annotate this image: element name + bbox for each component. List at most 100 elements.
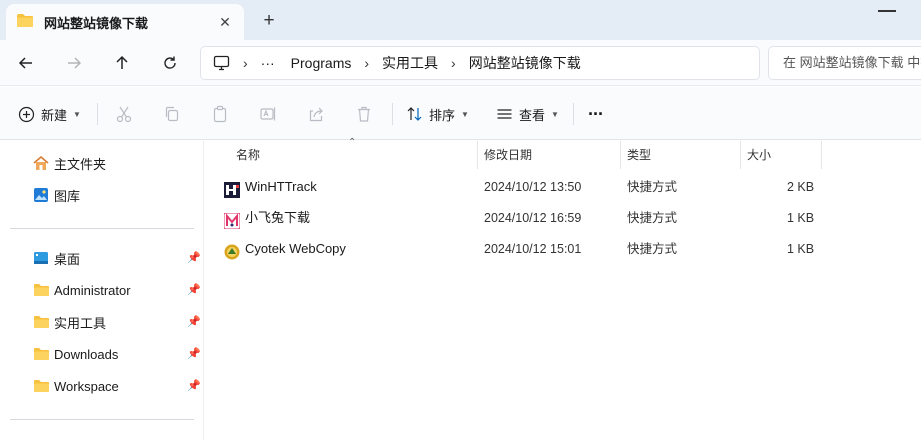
sidebar-item-home[interactable]: 主文件夹 — [32, 152, 204, 174]
sidebar-item-workspace[interactable]: Workspace 📌 — [32, 375, 204, 397]
title-bar: 网站整站镜像下载 ✕ + — [0, 0, 921, 40]
chevron-down-icon: ▼ — [461, 109, 469, 119]
pin-icon[interactable]: 📌 — [187, 379, 201, 392]
tab-current-folder[interactable]: 网站整站镜像下载 ✕ — [6, 4, 244, 40]
file-size: 1 KB — [787, 211, 815, 225]
divider — [573, 103, 574, 125]
folder-icon — [32, 378, 50, 394]
breadcrumb-separator[interactable]: › — [451, 55, 456, 71]
new-button[interactable]: 新建 ▼ — [18, 101, 81, 127]
breadcrumb-separator[interactable]: › — [364, 55, 369, 71]
sidebar-item-label: 图库 — [54, 188, 81, 204]
column-header-date[interactable]: 修改日期 — [484, 141, 532, 169]
table-row[interactable]: 小飞兔下载 2024/10/12 16:59 快捷方式 1 KB — [214, 203, 824, 233]
cut-icon[interactable] — [113, 103, 135, 125]
new-tab-button[interactable]: + — [258, 11, 280, 33]
view-button[interactable]: 查看 ▼ — [496, 101, 559, 127]
sort-button[interactable]: 排序 ▼ — [406, 101, 469, 127]
command-bar: 新建 ▼ 排序 ▼ 查看 ▼ ··· — [0, 87, 921, 140]
column-header-type[interactable]: 类型 — [627, 141, 651, 169]
sidebar-item-label: 主文件夹 — [54, 156, 107, 172]
share-icon[interactable] — [305, 103, 327, 125]
sidebar-item-gallery[interactable]: 图库 — [32, 184, 204, 206]
breadcrumb-programs[interactable]: Programs — [291, 55, 352, 71]
desktop-icon — [32, 250, 50, 266]
sidebar-item-label: 实用工具 — [54, 315, 107, 331]
breadcrumb-shiyong-gongju[interactable]: 实用工具 — [382, 53, 438, 73]
view-list-icon — [496, 106, 513, 122]
file-type: 快捷方式 — [627, 211, 678, 225]
delete-icon[interactable] — [353, 103, 375, 125]
sidebar-divider — [10, 419, 194, 420]
file-type: 快捷方式 — [627, 242, 678, 256]
divider — [97, 103, 98, 125]
file-name: WinHTTrack — [245, 179, 317, 194]
more-options-button[interactable]: ··· — [588, 101, 604, 127]
sidebar-item-desktop[interactable]: 桌面 📌 — [32, 247, 204, 269]
table-row[interactable]: Cyotek WebCopy 2024/10/12 15:01 快捷方式 1 K… — [214, 234, 824, 264]
column-divider[interactable] — [477, 141, 478, 169]
table-row[interactable]: WinHTTrack 2024/10/12 13:50 快捷方式 2 KB — [214, 172, 824, 202]
column-header-size[interactable]: 大小 — [747, 141, 771, 169]
close-tab-icon[interactable]: ✕ — [216, 13, 234, 31]
sidebar-item-label: Workspace — [54, 378, 119, 394]
forward-arrow-icon[interactable] — [59, 48, 89, 78]
file-name: 小飞兔下载 — [245, 210, 311, 225]
xiaofeitu-icon — [223, 210, 241, 230]
sidebar-item-label: 桌面 — [54, 251, 81, 267]
column-divider[interactable] — [620, 141, 621, 169]
file-type: 快捷方式 — [627, 180, 678, 194]
sidebar-item-label: Administrator — [54, 282, 131, 298]
breadcrumb-current-folder[interactable]: 网站整站镜像下载 — [469, 53, 581, 73]
breadcrumb-separator[interactable]: › — [243, 55, 248, 71]
folder-icon — [32, 282, 50, 298]
address-bar[interactable]: › ··· Programs › 实用工具 › 网站整站镜像下载 — [200, 46, 760, 80]
computer-icon[interactable] — [213, 55, 230, 71]
add-circle-icon — [18, 106, 35, 123]
pin-icon[interactable]: 📌 — [187, 347, 201, 360]
file-date: 2024/10/12 15:01 — [484, 242, 582, 256]
home-icon — [32, 155, 50, 171]
column-divider[interactable] — [821, 141, 822, 169]
new-button-label: 新建 — [41, 107, 68, 123]
up-arrow-icon[interactable] — [107, 48, 137, 78]
file-date: 2024/10/12 13:50 — [484, 180, 582, 194]
back-arrow-icon[interactable] — [11, 48, 41, 78]
view-button-label: 查看 — [519, 107, 546, 123]
navigation-pane: 主文件夹 图库 桌面 📌 Administrator 📌 实用工具 📌 Down… — [0, 141, 204, 440]
sort-ascending-icon: ⌃ — [348, 137, 357, 148]
chevron-down-icon: ▼ — [73, 109, 81, 119]
breadcrumb-overflow-button[interactable]: ··· — [261, 55, 275, 71]
winhttrack-icon — [224, 179, 240, 198]
column-divider[interactable] — [740, 141, 741, 169]
pin-icon[interactable]: 📌 — [187, 283, 201, 296]
folder-icon — [32, 346, 50, 362]
file-size: 2 KB — [787, 180, 815, 194]
sidebar-item-downloads[interactable]: Downloads 📌 — [32, 343, 204, 365]
sidebar-item-shiyong-gongju[interactable]: 实用工具 📌 — [32, 311, 204, 333]
column-header-name[interactable]: 名称 — [236, 141, 260, 169]
folder-icon — [32, 314, 50, 330]
paste-icon[interactable] — [209, 103, 231, 125]
pin-icon[interactable]: 📌 — [187, 251, 201, 264]
file-size: 1 KB — [787, 242, 815, 256]
search-input[interactable]: 在 网站整站镜像下载 中搜索 — [768, 46, 921, 80]
sidebar-divider — [10, 228, 194, 229]
sort-icon — [406, 106, 423, 122]
sort-button-label: 排序 — [429, 107, 456, 123]
copy-icon[interactable] — [161, 103, 183, 125]
sidebar-item-administrator[interactable]: Administrator 📌 — [32, 279, 204, 301]
webcopy-icon — [224, 241, 240, 260]
rename-icon[interactable] — [257, 103, 279, 125]
pin-icon[interactable]: 📌 — [187, 315, 201, 328]
gallery-icon — [32, 187, 50, 203]
minimize-button[interactable] — [878, 10, 896, 12]
chevron-down-icon: ▼ — [551, 109, 559, 119]
file-name: Cyotek WebCopy — [245, 241, 346, 256]
navigation-bar: › ··· Programs › 实用工具 › 网站整站镜像下载 在 网站整站镜… — [0, 40, 921, 86]
sidebar-item-label: Downloads — [54, 346, 119, 362]
refresh-icon[interactable] — [155, 48, 185, 78]
divider — [392, 103, 393, 125]
file-date: 2024/10/12 16:59 — [484, 211, 582, 225]
folder-icon — [16, 13, 34, 31]
